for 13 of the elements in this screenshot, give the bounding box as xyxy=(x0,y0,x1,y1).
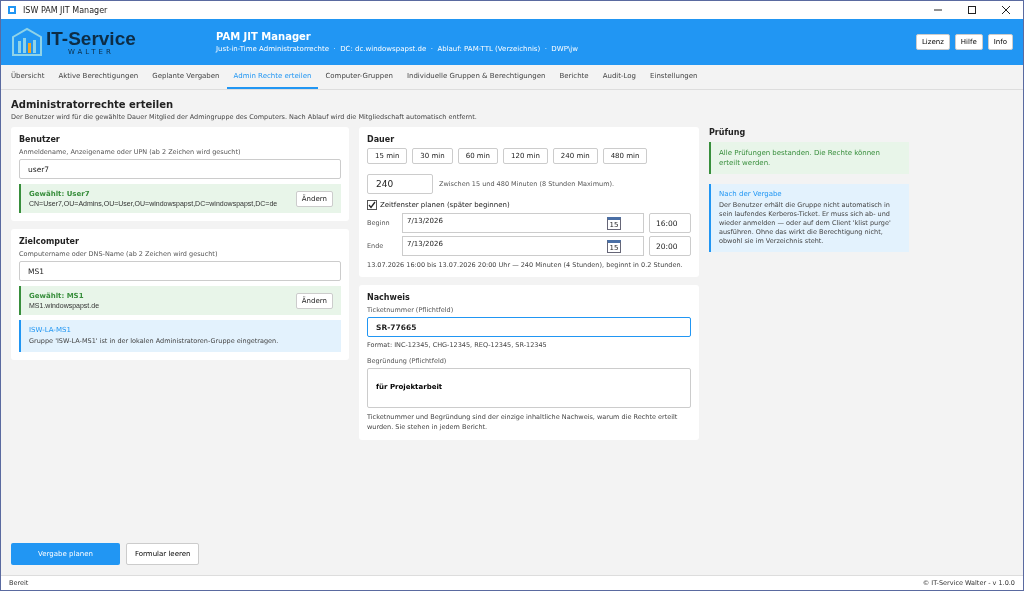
checkbox[interactable] xyxy=(367,200,377,210)
window-title: ISW PAM JIT Manager xyxy=(23,5,108,15)
input-field[interactable]: 240 xyxy=(367,174,433,194)
section-title: Dauer xyxy=(367,135,396,144)
page-title: Administratorrechte erteilen xyxy=(11,99,175,110)
section-title: Benutzer xyxy=(19,135,61,144)
section-title: Zielcomputer xyxy=(19,237,80,246)
logo-icon xyxy=(11,27,43,57)
logo-text: IT-Service xyxy=(46,28,136,48)
app-icon xyxy=(7,5,17,15)
section-title: Prüfung xyxy=(709,128,747,137)
app-title: PAM JIT Manager xyxy=(216,31,312,42)
section-title: Nachweis xyxy=(367,293,411,302)
